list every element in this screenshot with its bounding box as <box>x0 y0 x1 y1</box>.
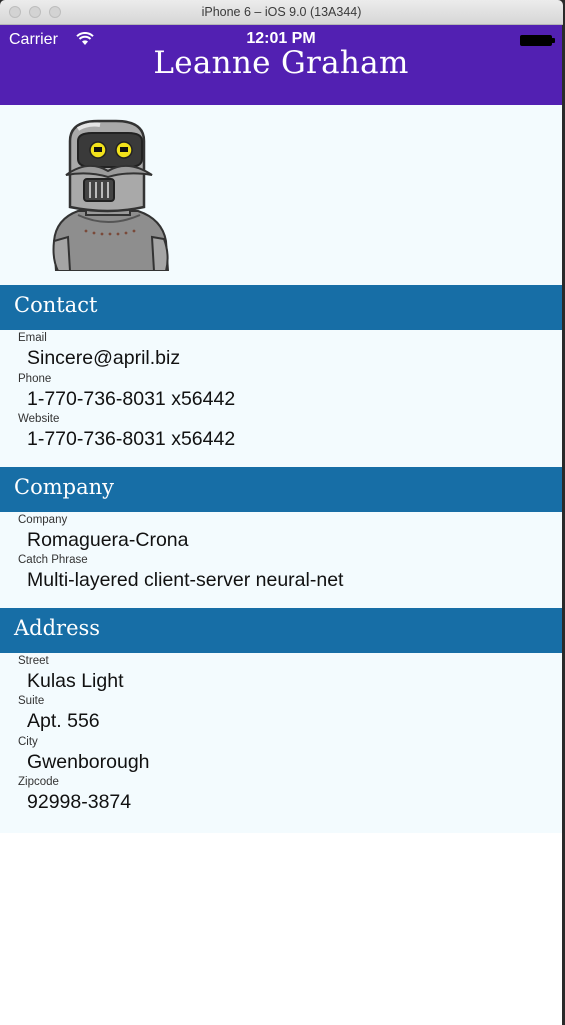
robot-avatar-icon <box>52 119 170 271</box>
zipcode-label: Zipcode <box>18 776 59 788</box>
phone-label: Phone <box>18 373 52 385</box>
phone-value: 1-770-736-8031 x56442 <box>27 388 236 410</box>
address-section-title: Address <box>14 616 101 640</box>
contact-section-header: Contact <box>0 285 562 330</box>
city-label: City <box>18 736 38 748</box>
battery-tip <box>552 38 555 43</box>
page-title: Leanne Graham <box>153 45 409 81</box>
phone-screen: Carrier 12:01 PM Leanne Graham Contact E… <box>0 25 562 1025</box>
suite-label: Suite <box>18 695 45 707</box>
website-label: Website <box>18 413 60 425</box>
company-value: Romaguera-Crona <box>27 529 189 551</box>
simulator-title-bar: iPhone 6 – iOS 9.0 (13A344) <box>0 0 563 25</box>
catch-phrase-label: Catch Phrase <box>18 554 88 566</box>
email-value: Sincere@april.biz <box>27 347 181 369</box>
zipcode-value: 92998-3874 <box>27 791 132 813</box>
email-label: Email <box>18 332 47 344</box>
company-label: Company <box>18 514 68 526</box>
contact-section-title: Contact <box>14 293 98 317</box>
street-value: Kulas Light <box>27 670 124 692</box>
suite-value: Apt. 556 <box>27 710 100 732</box>
navigation-bar: Carrier 12:01 PM Leanne Graham <box>0 25 562 105</box>
profile-content: Contact Email Sincere@april.biz Phone 1-… <box>0 105 562 833</box>
street-label: Street <box>18 655 49 667</box>
window-title: iPhone 6 – iOS 9.0 (13A344) <box>201 5 362 19</box>
catch-phrase-value: Multi-layered client-server neural-net <box>27 569 344 591</box>
company-section-header: Company <box>0 467 562 512</box>
address-section-header: Address <box>0 608 562 653</box>
website-value: 1-770-736-8031 x56442 <box>27 428 236 450</box>
city-value: Gwenborough <box>27 751 150 773</box>
company-section-title: Company <box>14 475 114 499</box>
